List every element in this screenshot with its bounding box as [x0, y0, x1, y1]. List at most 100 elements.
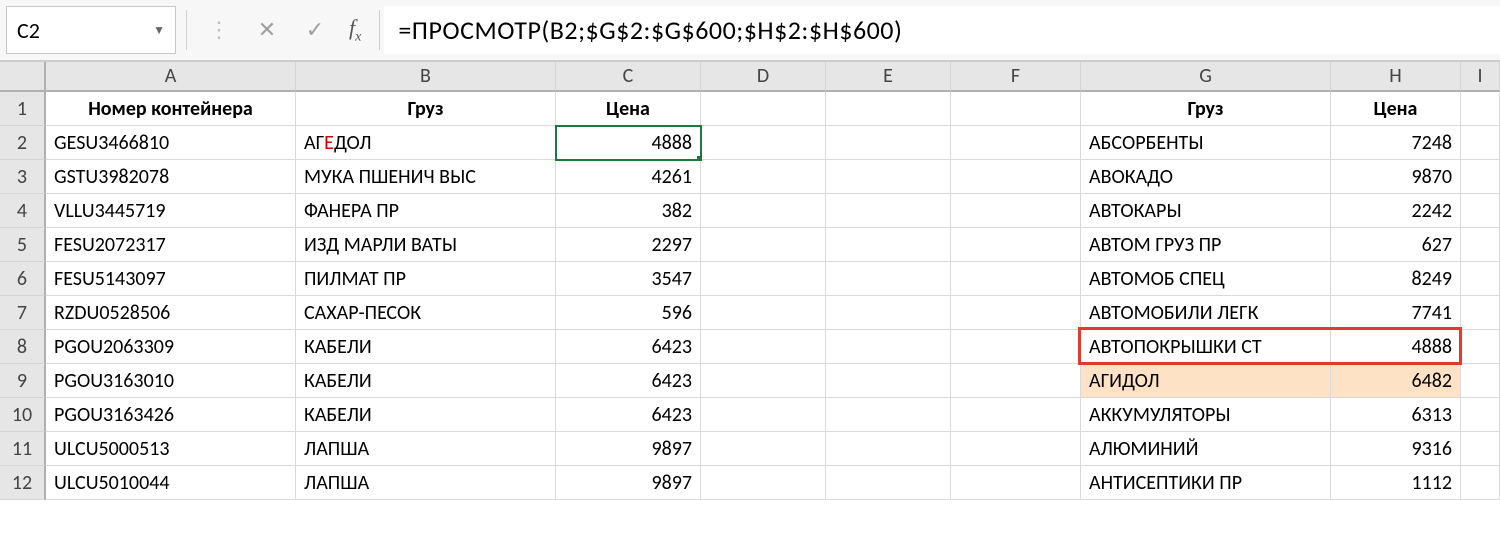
cell-warning[interactable]: АГИДОЛ — [1081, 364, 1331, 398]
cell[interactable] — [1461, 296, 1500, 330]
cell[interactable]: 2297 — [556, 228, 701, 262]
header-cell[interactable]: Груз — [1081, 92, 1331, 126]
column-header[interactable]: B — [296, 62, 556, 92]
row-header[interactable]: 6 — [0, 262, 46, 296]
cell[interactable] — [826, 92, 951, 126]
cell[interactable] — [701, 432, 826, 466]
cell[interactable] — [951, 92, 1081, 126]
cell[interactable]: КАБЕЛИ — [296, 330, 556, 364]
cell[interactable] — [701, 330, 826, 364]
cell[interactable] — [951, 398, 1081, 432]
cell[interactable]: 3547 — [556, 262, 701, 296]
cell[interactable]: ЛАПША — [296, 466, 556, 500]
cell[interactable]: АККУМУЛЯТОРЫ — [1081, 398, 1331, 432]
cell[interactable]: 7248 — [1331, 126, 1461, 160]
cell[interactable] — [1461, 364, 1500, 398]
spreadsheet-grid[interactable]: A B C D E F G H I 1 Номер контейнера Гру… — [0, 62, 1500, 500]
cell[interactable]: 2242 — [1331, 194, 1461, 228]
cell[interactable] — [826, 364, 951, 398]
cell[interactable] — [951, 364, 1081, 398]
cell-highlighted[interactable]: АВТОПОКРЫШКИ СТ — [1081, 330, 1331, 364]
cell[interactable]: 596 — [556, 296, 701, 330]
cell[interactable] — [701, 296, 826, 330]
cell[interactable] — [951, 126, 1081, 160]
cell[interactable] — [701, 466, 826, 500]
cell[interactable] — [1461, 92, 1500, 126]
cell[interactable]: PGOU3163426 — [46, 398, 296, 432]
cell[interactable] — [1461, 262, 1500, 296]
cell[interactable] — [701, 194, 826, 228]
active-cell[interactable]: 4888 — [556, 126, 701, 160]
chevron-down-icon[interactable]: ▼ — [153, 23, 165, 38]
cell[interactable] — [951, 432, 1081, 466]
header-cell[interactable]: Груз — [296, 92, 556, 126]
column-header[interactable]: A — [46, 62, 296, 92]
cell[interactable]: GESU3466810 — [46, 126, 296, 160]
cell[interactable]: 6423 — [556, 398, 701, 432]
cell[interactable] — [1461, 398, 1500, 432]
cell[interactable]: PGOU2063309 — [46, 330, 296, 364]
cell[interactable] — [826, 262, 951, 296]
cell[interactable] — [701, 92, 826, 126]
cell[interactable]: 9870 — [1331, 160, 1461, 194]
cell[interactable] — [1461, 466, 1500, 500]
cell[interactable] — [701, 262, 826, 296]
cell[interactable]: КАБЕЛИ — [296, 398, 556, 432]
row-header[interactable]: 1 — [0, 92, 46, 126]
cell[interactable] — [826, 126, 951, 160]
cell-warning[interactable]: 6482 — [1331, 364, 1461, 398]
cell[interactable] — [951, 228, 1081, 262]
cell[interactable] — [826, 160, 951, 194]
cell[interactable]: АНТИСЕПТИКИ ПР — [1081, 466, 1331, 500]
fx-icon[interactable]: fx — [349, 15, 361, 45]
cell[interactable]: ФАНЕРА ПР — [296, 194, 556, 228]
column-header[interactable]: D — [701, 62, 826, 92]
row-header[interactable]: 11 — [0, 432, 46, 466]
cell[interactable] — [951, 262, 1081, 296]
cell[interactable]: ЛАПША — [296, 432, 556, 466]
cell[interactable]: ИЗД МАРЛИ ВАТЫ — [296, 228, 556, 262]
cell[interactable]: ПИЛМАТ ПР — [296, 262, 556, 296]
header-cell[interactable]: Цена — [1331, 92, 1461, 126]
cell[interactable] — [826, 398, 951, 432]
cell[interactable] — [1461, 432, 1500, 466]
row-header[interactable]: 2 — [0, 126, 46, 160]
cell[interactable]: 627 — [1331, 228, 1461, 262]
cell[interactable] — [951, 466, 1081, 500]
column-header[interactable]: E — [826, 62, 951, 92]
cell[interactable]: САХАР-ПЕСОК — [296, 296, 556, 330]
select-all-corner[interactable] — [0, 62, 46, 92]
column-header[interactable]: H — [1331, 62, 1461, 92]
cell[interactable]: КАБЕЛИ — [296, 364, 556, 398]
cell[interactable] — [701, 398, 826, 432]
cell[interactable]: 9897 — [556, 432, 701, 466]
cell[interactable]: 6313 — [1331, 398, 1461, 432]
cell-highlighted[interactable]: 4888 — [1331, 330, 1461, 364]
cancel-icon[interactable] — [253, 16, 281, 43]
cell[interactable] — [826, 466, 951, 500]
cell[interactable]: RZDU0528506 — [46, 296, 296, 330]
row-header[interactable]: 4 — [0, 194, 46, 228]
expand-icon[interactable] — [205, 16, 233, 43]
cell[interactable] — [951, 160, 1081, 194]
cell[interactable] — [1461, 160, 1500, 194]
cell[interactable] — [826, 432, 951, 466]
cell[interactable] — [1461, 126, 1500, 160]
cell[interactable]: 8249 — [1331, 262, 1461, 296]
cell[interactable]: АБСОРБЕНТЫ — [1081, 126, 1331, 160]
cell[interactable]: МУКА ПШЕНИЧ ВЫС — [296, 160, 556, 194]
cell[interactable]: 6423 — [556, 364, 701, 398]
cell[interactable] — [826, 194, 951, 228]
cell[interactable] — [701, 126, 826, 160]
cell[interactable] — [1461, 194, 1500, 228]
cell[interactable] — [951, 296, 1081, 330]
cell[interactable]: АВТОМ ГРУЗ ПР — [1081, 228, 1331, 262]
cell[interactable]: FESU5143097 — [46, 262, 296, 296]
cell[interactable] — [826, 330, 951, 364]
cell[interactable]: АВОКАДО — [1081, 160, 1331, 194]
name-box[interactable]: C2 ▼ — [6, 6, 176, 54]
cell[interactable]: АВТОМОБИЛИ ЛЕГК — [1081, 296, 1331, 330]
row-header[interactable]: 8 — [0, 330, 46, 364]
cell[interactable]: АВТОКАРЫ — [1081, 194, 1331, 228]
cell[interactable]: 6423 — [556, 330, 701, 364]
